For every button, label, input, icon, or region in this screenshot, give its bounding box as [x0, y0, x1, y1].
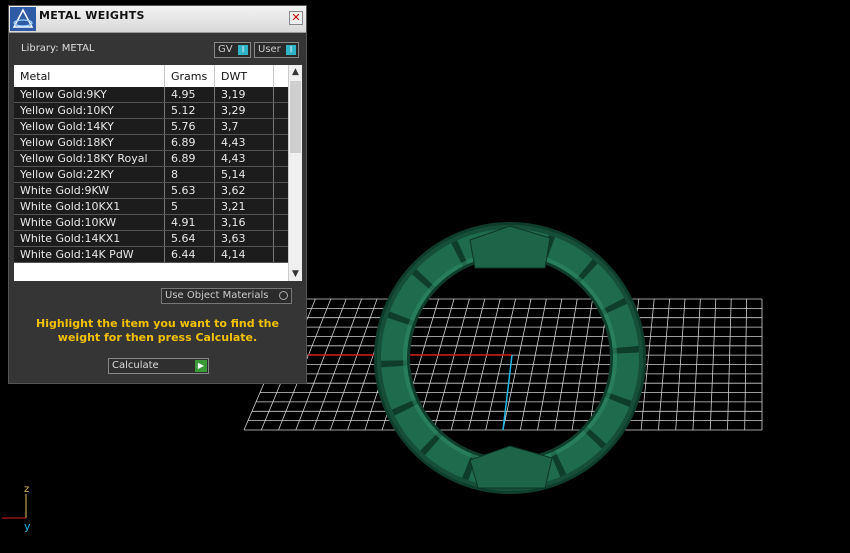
- table-row[interactable]: White Gold:9KW 5.63 3,62: [14, 183, 288, 199]
- table-row[interactable]: Yellow Gold:18KY Royal 6.89 4,43: [14, 151, 288, 167]
- panel-titlebar[interactable]: METAL WEIGHTS ✕: [9, 6, 306, 33]
- cell-grams: 8: [171, 168, 178, 181]
- cell-dwt: 3,16: [221, 216, 246, 229]
- library-label: Library: METAL: [21, 43, 95, 54]
- close-icon[interactable]: ✕: [289, 11, 303, 25]
- cell-metal: Yellow Gold:9KY: [20, 88, 107, 101]
- table-row[interactable]: Yellow Gold:9KY 4.95 3,19: [14, 87, 288, 103]
- scroll-thumb[interactable]: [290, 81, 301, 153]
- panel-title: METAL WEIGHTS: [39, 9, 145, 22]
- column-header-dwt[interactable]: DWT: [221, 70, 247, 83]
- cell-grams: 5.12: [171, 104, 196, 117]
- table-row[interactable]: White Gold:10KX1 5 3,21: [14, 199, 288, 215]
- cell-metal: White Gold:14K PdW: [20, 248, 134, 261]
- calculate-button[interactable]: Calculate ▶: [108, 358, 209, 374]
- table-row[interactable]: Yellow Gold:18KY 6.89 4,43: [14, 135, 288, 151]
- cell-dwt: 3,19: [221, 88, 246, 101]
- axis-z-label: z: [24, 484, 29, 495]
- column-header-metal[interactable]: Metal: [20, 70, 50, 83]
- calculate-label: Calculate: [112, 360, 159, 371]
- instruction-text: Highlight the item you want to find the …: [36, 317, 279, 344]
- cell-dwt: 3,63: [221, 232, 246, 245]
- metal-table: Metal Grams DWT Yellow Gold:9KY 4.95 3,19 Y…: [14, 65, 302, 281]
- column-header-grams[interactable]: Grams: [171, 70, 207, 83]
- cell-grams: 6.44: [171, 248, 196, 261]
- play-arrow-icon: ▶: [195, 360, 207, 372]
- table-row[interactable]: White Gold:14K PdW 6.44 4,14: [14, 247, 288, 263]
- table-row[interactable]: Yellow Gold:10KY 5.12 3,29: [14, 103, 288, 119]
- cell-dwt: 4,14: [221, 248, 246, 261]
- cell-dwt: 4,43: [221, 136, 246, 149]
- app-logo-icon: [10, 7, 36, 31]
- cell-metal: Yellow Gold:10KY: [20, 104, 114, 117]
- cell-grams: 5: [171, 200, 178, 213]
- ground-grid: [243, 298, 763, 431]
- table-row[interactable]: White Gold:14KX1 5.64 3,63: [14, 231, 288, 247]
- cell-dwt: 3,29: [221, 104, 246, 117]
- axis-gizmo: z y: [2, 484, 31, 533]
- table-scrollbar[interactable]: ▲ ▼: [288, 65, 302, 281]
- cell-metal: White Gold:14KX1: [20, 232, 121, 245]
- cell-grams: 5.64: [171, 232, 196, 245]
- cell-dwt: 3,21: [221, 200, 246, 213]
- cell-grams: 6.89: [171, 136, 196, 149]
- cell-grams: 6.89: [171, 152, 196, 165]
- cell-grams: 4.95: [171, 88, 196, 101]
- scroll-up-icon[interactable]: ▲: [289, 65, 302, 79]
- user-toggle-knob: I: [286, 45, 296, 55]
- cell-metal: Yellow Gold:18KY: [20, 136, 114, 149]
- cell-metal: White Gold:10KX1: [20, 200, 121, 213]
- cell-metal: White Gold:10KW: [20, 216, 117, 229]
- cell-dwt: 3,62: [221, 184, 246, 197]
- cell-metal: Yellow Gold:18KY Royal: [20, 152, 148, 165]
- table-row[interactable]: Yellow Gold:22KY 8 5,14: [14, 167, 288, 183]
- cell-metal: Yellow Gold:22KY: [20, 168, 114, 181]
- cell-dwt: 3,7: [221, 120, 239, 133]
- table-row[interactable]: White Gold:10KW 4.91 3,16: [14, 215, 288, 231]
- ring-model[interactable]: [374, 222, 646, 494]
- gv-toggle-knob: I: [238, 45, 248, 55]
- cell-metal: White Gold:9KW: [20, 184, 110, 197]
- cell-grams: 5.63: [171, 184, 196, 197]
- scroll-down-icon[interactable]: ▼: [289, 267, 302, 281]
- use-object-materials-label: Use Object Materials: [165, 290, 269, 301]
- table-header: Metal Grams DWT: [14, 65, 288, 87]
- cell-metal: Yellow Gold:14KY: [20, 120, 114, 133]
- cell-dwt: 4,43: [221, 152, 246, 165]
- gv-toggle-label: GV: [218, 44, 233, 55]
- metal-weights-panel: METAL WEIGHTS ✕ Library: METAL GV I User…: [8, 5, 307, 384]
- user-toggle-label: User: [258, 44, 281, 55]
- gv-toggle[interactable]: GV I: [214, 42, 251, 58]
- user-toggle[interactable]: User I: [254, 42, 299, 58]
- cell-grams: 4.91: [171, 216, 196, 229]
- axis-y-label: y: [24, 520, 31, 533]
- cell-dwt: 5,14: [221, 168, 246, 181]
- radio-icon: [279, 291, 288, 300]
- table-row[interactable]: Yellow Gold:14KY 5.76 3,7: [14, 119, 288, 135]
- use-object-materials-button[interactable]: Use Object Materials: [161, 288, 292, 304]
- cell-grams: 5.76: [171, 120, 196, 133]
